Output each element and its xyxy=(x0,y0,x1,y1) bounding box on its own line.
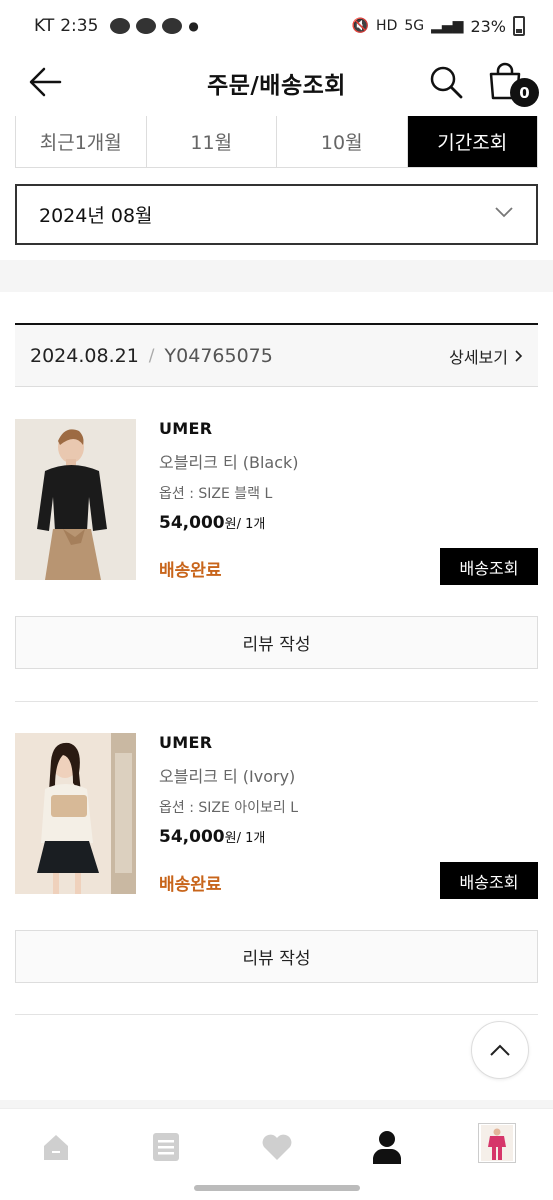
order-item: UMER 오블리크 티 (Ivory) 옵션 : SIZE 아이보리 L 54,… xyxy=(15,733,538,983)
month-select-value: 2024년 08월 xyxy=(39,205,153,227)
item-name[interactable]: 오블리크 티 (Ivory) xyxy=(159,763,459,787)
search-icon[interactable] xyxy=(428,64,464,100)
item-price-suffix: 원/ 1개 xyxy=(224,831,266,846)
write-review-button[interactable]: 리뷰 작성 xyxy=(15,616,538,669)
order-detail-label: 상세보기 xyxy=(449,347,508,367)
talk-icon xyxy=(136,18,157,34)
item-info: UMER 오블리크 티 (Ivory) 옵션 : SIZE 아이보리 L 54,… xyxy=(159,733,459,847)
chevron-up-icon xyxy=(490,1044,510,1056)
item-name[interactable]: 오블리크 티 (Black) xyxy=(159,449,459,473)
item-price-value: 54,000 xyxy=(159,513,225,533)
item-brand: UMER xyxy=(159,419,213,438)
item-option: 옵션 : SIZE 아이보리 L xyxy=(159,800,299,816)
heart-icon xyxy=(262,1134,292,1160)
chat-icon xyxy=(162,18,183,34)
product-image[interactable] xyxy=(15,419,136,580)
item-info: UMER 오블리크 티 (Black) 옵션 : SIZE 블랙 L 54,00… xyxy=(159,419,459,533)
home-indicator xyxy=(194,1185,360,1191)
recent-product-thumbnail xyxy=(481,1125,513,1161)
notification-icon xyxy=(110,18,131,34)
nav-wishlist[interactable] xyxy=(257,1127,297,1167)
month-select[interactable]: 2024년 08월 xyxy=(15,184,538,245)
order-detail-link[interactable]: 상세보기 xyxy=(449,344,523,368)
product-image[interactable] xyxy=(15,733,136,894)
page-title: 주문/배송조회 xyxy=(207,73,346,99)
back-arrow-icon[interactable] xyxy=(28,66,64,98)
home-icon xyxy=(44,1135,68,1160)
delivery-status: 배송완료 xyxy=(159,561,222,581)
tab-november[interactable]: 11월 xyxy=(146,116,277,167)
status-left: KT 2:35 ● xyxy=(34,16,199,36)
5g-icon: 5G xyxy=(404,18,425,34)
write-review-button[interactable]: 리뷰 작성 xyxy=(15,930,538,983)
list-icon xyxy=(153,1133,179,1161)
tab-recent-1-month[interactable]: 최근1개월 xyxy=(16,116,147,167)
section-separator xyxy=(0,1100,553,1108)
tab-period-search[interactable]: 기간조회 xyxy=(407,116,537,167)
dot-icon: ● xyxy=(188,19,199,33)
order-item: UMER 오블리크 티 (Black) 옵션 : SIZE 블랙 L 54,00… xyxy=(15,419,538,669)
carrier: KT xyxy=(34,16,55,36)
hd-icon: HD xyxy=(376,18,398,34)
item-price: 54,000원/ 1개 xyxy=(159,827,459,847)
item-price-value: 54,000 xyxy=(159,827,225,847)
item-brand: UMER xyxy=(159,733,213,752)
item-option: 옵션 : SIZE 블랙 L xyxy=(159,486,273,502)
signal-icon: ▂▄▆ xyxy=(431,18,464,34)
cart-count-badge: 0 xyxy=(510,78,539,107)
order-date: 2024.08.21 xyxy=(30,344,139,367)
clock: 2:35 xyxy=(60,16,99,36)
item-divider xyxy=(15,1014,538,1015)
order-separator: / xyxy=(148,345,155,366)
nav-category[interactable] xyxy=(146,1127,186,1167)
item-divider xyxy=(15,701,538,702)
person-icon xyxy=(373,1131,401,1164)
chevron-down-icon xyxy=(495,207,513,218)
order-number: Y04765075 xyxy=(164,344,273,367)
status-bar: KT 2:35 ● 🔇 HD 5G ▂▄▆ 23% xyxy=(0,0,553,52)
tab-october[interactable]: 10월 xyxy=(277,116,408,167)
battery-icon xyxy=(513,16,525,36)
status-right: 🔇 HD 5G ▂▄▆ 23% xyxy=(352,16,525,36)
nav-recent-view[interactable] xyxy=(478,1123,516,1163)
mute-icon: 🔇 xyxy=(351,18,370,34)
top-header: 주문/배송조회 0 xyxy=(0,52,553,114)
track-delivery-button[interactable]: 배송조회 xyxy=(440,862,538,899)
track-delivery-button[interactable]: 배송조회 xyxy=(440,548,538,585)
item-price-suffix: 원/ 1개 xyxy=(224,517,266,532)
scroll-top-button[interactable] xyxy=(471,1021,529,1079)
nav-mypage[interactable] xyxy=(367,1127,407,1167)
delivery-status: 배송완료 xyxy=(159,875,222,895)
item-price: 54,000원/ 1개 xyxy=(159,513,459,533)
battery-level: 23% xyxy=(470,16,506,36)
order-header: 2024.08.21 / Y04765075 상세보기 xyxy=(15,323,538,387)
period-tabs: 최근1개월 11월 10월 기간조회 xyxy=(15,116,538,168)
chevron-right-icon xyxy=(515,349,523,362)
nav-home[interactable] xyxy=(36,1127,76,1167)
section-separator xyxy=(0,260,553,292)
